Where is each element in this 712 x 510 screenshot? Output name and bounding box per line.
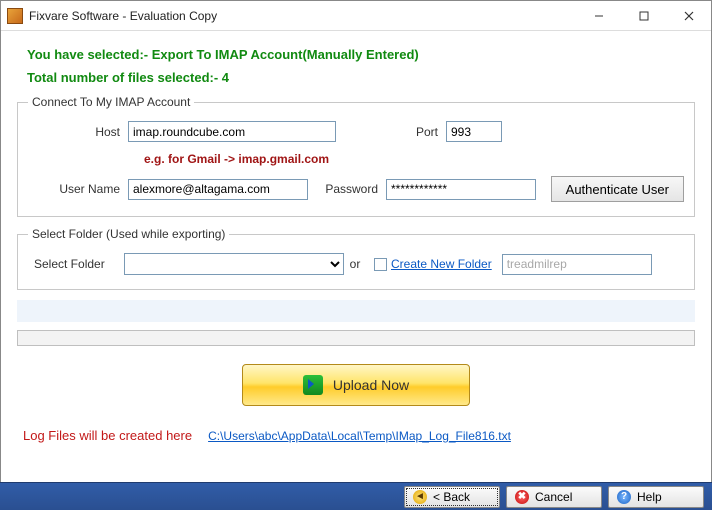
or-label: or	[344, 257, 374, 271]
imap-group-legend: Connect To My IMAP Account	[28, 95, 194, 109]
help-icon: ?	[617, 490, 631, 504]
username-input[interactable]	[128, 179, 308, 200]
app-icon	[7, 8, 23, 24]
cancel-button-label: Cancel	[535, 490, 572, 504]
maximize-button[interactable]	[621, 1, 666, 30]
select-folder-label: Select Folder	[28, 257, 124, 271]
upload-button-label: Upload Now	[333, 377, 409, 393]
selection-text: You have selected:- Export To IMAP Accou…	[27, 47, 695, 62]
folder-group-legend: Select Folder (Used while exporting)	[28, 227, 229, 241]
close-button[interactable]	[666, 1, 711, 30]
create-folder-checkbox[interactable]	[374, 258, 387, 271]
status-strip	[17, 300, 695, 322]
cancel-icon: ✖	[515, 490, 529, 504]
help-button-label: Help	[637, 490, 662, 504]
host-label: Host	[28, 125, 128, 139]
bottom-bar: ◄ < Back ✖ Cancel ? Help	[0, 482, 712, 510]
log-path-link[interactable]: C:\Users\abc\AppData\Local\Temp\IMap_Log…	[208, 429, 511, 443]
titlebar: Fixvare Software - Evaluation Copy	[1, 1, 711, 31]
content-area: You have selected:- Export To IMAP Accou…	[1, 31, 711, 451]
password-input[interactable]	[386, 179, 536, 200]
username-label: User Name	[28, 182, 128, 196]
back-button-label: < Back	[433, 490, 470, 504]
new-folder-input	[502, 254, 652, 275]
select-folder-dropdown[interactable]	[124, 253, 344, 275]
create-folder-link[interactable]: Create New Folder	[391, 257, 492, 271]
port-input[interactable]	[446, 121, 502, 142]
upload-button[interactable]: Upload Now	[242, 364, 470, 406]
authenticate-button[interactable]: Authenticate User	[551, 176, 684, 202]
log-line: Log Files will be created here C:\Users\…	[17, 428, 695, 451]
window-title: Fixvare Software - Evaluation Copy	[29, 9, 576, 23]
files-count-text: Total number of files selected:- 4	[27, 70, 695, 85]
folder-group: Select Folder (Used while exporting) Sel…	[17, 227, 695, 290]
log-label: Log Files will be created here	[23, 428, 192, 443]
progress-bar	[17, 330, 695, 346]
minimize-button[interactable]	[576, 1, 621, 30]
cancel-button[interactable]: ✖ Cancel	[506, 486, 602, 508]
imap-group: Connect To My IMAP Account Host Port e.g…	[17, 95, 695, 217]
back-button[interactable]: ◄ < Back	[404, 486, 500, 508]
help-button[interactable]: ? Help	[608, 486, 704, 508]
password-label: Password	[308, 182, 386, 196]
host-hint: e.g. for Gmail -> imap.gmail.com	[144, 152, 684, 166]
host-input[interactable]	[128, 121, 336, 142]
upload-icon	[303, 375, 323, 395]
back-icon: ◄	[413, 490, 427, 504]
port-label: Port	[346, 125, 446, 139]
